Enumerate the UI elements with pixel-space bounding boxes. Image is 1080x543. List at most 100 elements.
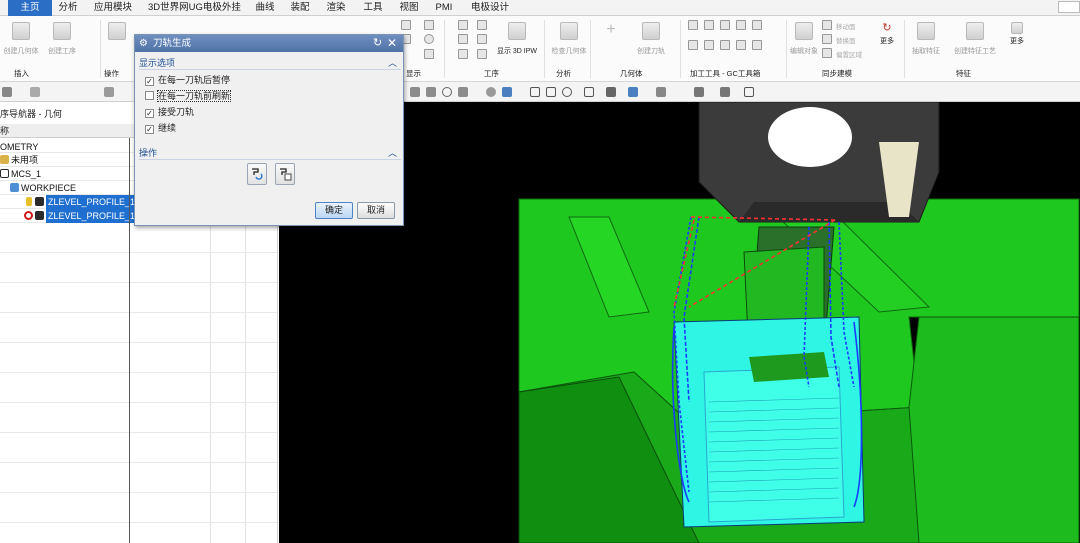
offset-region-icon[interactable]	[822, 48, 832, 58]
edit-object-button[interactable]: 编辑对象	[790, 20, 818, 68]
more-sync-button[interactable]: ↻ 更多	[874, 20, 900, 68]
cancel-button[interactable]: 取消	[357, 202, 395, 219]
create-operation-button[interactable]: 创建工序	[42, 20, 82, 68]
create-geometry-button[interactable]: 创建几何体	[2, 20, 40, 68]
circle-icon[interactable]	[424, 34, 434, 44]
navigator-splitter[interactable]	[129, 138, 130, 543]
view-tool-icon-1[interactable]	[410, 87, 420, 97]
dialog-title-bar[interactable]: 刀轨生成	[135, 35, 403, 52]
tab-assembly[interactable]: 装配	[289, 0, 311, 16]
render-style-icon[interactable]	[606, 87, 616, 97]
view-tool-icon-2[interactable]	[426, 87, 436, 97]
extract-feature-button[interactable]: 抽取特征	[906, 20, 946, 68]
ribbon-op-button[interactable]	[104, 20, 130, 68]
tab-applications[interactable]: 应用模块	[92, 0, 134, 16]
op-small-icon-2[interactable]	[477, 20, 487, 30]
operations-group-header[interactable]: 操作 ︿	[139, 146, 401, 160]
op-small-icon-1[interactable]	[458, 20, 468, 30]
cube-icon[interactable]	[502, 87, 512, 97]
gc-icon-6[interactable]	[688, 40, 698, 50]
gc-icon-1[interactable]	[688, 20, 698, 30]
replace-face-icon[interactable]	[822, 34, 832, 44]
checkbox-label: 在每一刀轨前刷新	[156, 90, 232, 102]
tab-electrode-design[interactable]: 电极设计	[469, 0, 511, 16]
op-small-icon-6[interactable]	[477, 49, 487, 59]
tree-item-unused[interactable]: 未用项	[0, 153, 38, 167]
tab-view[interactable]: 视图	[398, 0, 420, 16]
op-small-icon-3[interactable]	[458, 34, 468, 44]
shade-icon[interactable]	[628, 87, 638, 97]
display-options-group-header[interactable]: 显示选项 ︿	[139, 56, 401, 70]
sphere-icon[interactable]	[486, 87, 496, 97]
tab-pmi[interactable]: PMI	[433, 0, 455, 16]
pause-after-each-path-checkbox[interactable]: ✓ 在每一刀轨后暂停	[145, 74, 230, 87]
folder-icon	[0, 155, 9, 164]
spline-icon[interactable]	[424, 49, 434, 59]
show-3d-ipw-label: 显示 3D IPW	[496, 48, 538, 55]
accept-toolpath-checkbox[interactable]: ✓ 接受刀轨	[145, 106, 194, 119]
filter-icon[interactable]	[2, 87, 12, 97]
point-button[interactable]: +	[598, 20, 624, 68]
close-icon[interactable]: ✕	[387, 37, 399, 49]
list-toolpath-button[interactable]	[275, 163, 295, 185]
replay-button[interactable]	[247, 163, 267, 185]
tree-item-label: WORKPIECE	[21, 183, 77, 193]
gc-icon-8[interactable]	[720, 40, 730, 50]
wcs-icon[interactable]	[656, 87, 666, 97]
section-icon[interactable]	[546, 87, 556, 97]
tree-op-icon-1	[35, 195, 45, 209]
view-tool-icon-3[interactable]	[458, 87, 468, 97]
tree-item-label: OMETRY	[0, 142, 39, 152]
tree-item-workpiece[interactable]: WORKPIECE	[10, 181, 76, 195]
tab-analysis[interactable]: 分析	[56, 0, 80, 16]
show-3d-ipw-button[interactable]: 显示 3D IPW	[494, 20, 540, 68]
refresh-before-each-path-checkbox[interactable]: 在每一刀轨前刷新	[145, 90, 232, 103]
tree-item-geometry[interactable]: OMETRY	[0, 140, 38, 154]
select-icon[interactable]	[30, 87, 40, 97]
display-icon-1[interactable]	[401, 20, 411, 30]
ribbon-divider	[590, 20, 591, 78]
tab-tools[interactable]: 工具	[362, 0, 384, 16]
check-icon	[560, 22, 578, 40]
create-feature-process-button[interactable]: 创建特征工艺	[950, 20, 1000, 68]
tab-render[interactable]: 渲染	[325, 0, 347, 16]
operation-icon	[53, 22, 71, 40]
tree-item-zlevel-profile-1[interactable]: ZLEVEL_PROFILE_1	[46, 195, 135, 209]
snap-icon[interactable]	[104, 87, 114, 97]
move-face-label: 移动面	[836, 24, 856, 31]
gc-icon-3[interactable]	[720, 20, 730, 30]
gc-icon-7[interactable]	[704, 40, 714, 50]
gc-icon-5[interactable]	[752, 20, 762, 30]
create-toolpath-button[interactable]: 创建刀轨	[628, 20, 674, 68]
reset-icon[interactable]: ↻	[373, 37, 385, 49]
move-icon[interactable]	[720, 87, 730, 97]
tree-item-label: 未用项	[11, 155, 39, 165]
checkbox-box: ✓	[145, 77, 154, 86]
display-icon-3[interactable]	[424, 20, 434, 30]
tree-item-mcs[interactable]: MCS_1	[0, 167, 41, 181]
op-small-icon-5[interactable]	[458, 49, 468, 59]
continue-checkbox[interactable]: ✓ 继续	[145, 122, 176, 135]
tab-home[interactable]: 主页	[8, 0, 52, 16]
move-face-icon[interactable]	[822, 20, 832, 30]
frame-icon[interactable]	[530, 87, 540, 97]
geometry-icon	[12, 22, 30, 40]
tab-curve[interactable]: 曲线	[254, 0, 276, 16]
tab-3dworld-plugin[interactable]: 3D世界网UG电极外挂	[148, 0, 241, 16]
refresh-view-icon[interactable]	[562, 87, 572, 97]
grid-line	[0, 402, 277, 403]
tree-item-zlevel-profile-1-copy[interactable]: ZLEVEL_PROFILE_1...	[46, 209, 143, 223]
check-geometry-button[interactable]: 检查几何体	[550, 20, 588, 68]
gc-icon-2[interactable]	[704, 20, 714, 30]
gc-icon-9[interactable]	[736, 40, 746, 50]
rotate-icon[interactable]	[442, 87, 452, 97]
more-feature-button[interactable]: 更多	[1004, 20, 1030, 68]
measure-icon[interactable]	[694, 87, 704, 97]
gc-icon-10[interactable]	[752, 40, 762, 50]
op-small-icon-4[interactable]	[477, 34, 487, 44]
snap-grid-icon[interactable]	[744, 87, 754, 97]
command-search-input[interactable]	[1058, 1, 1080, 13]
gc-icon-4[interactable]	[736, 20, 746, 30]
layer-icon[interactable]	[584, 87, 594, 97]
ok-button[interactable]: 确定	[315, 202, 353, 219]
